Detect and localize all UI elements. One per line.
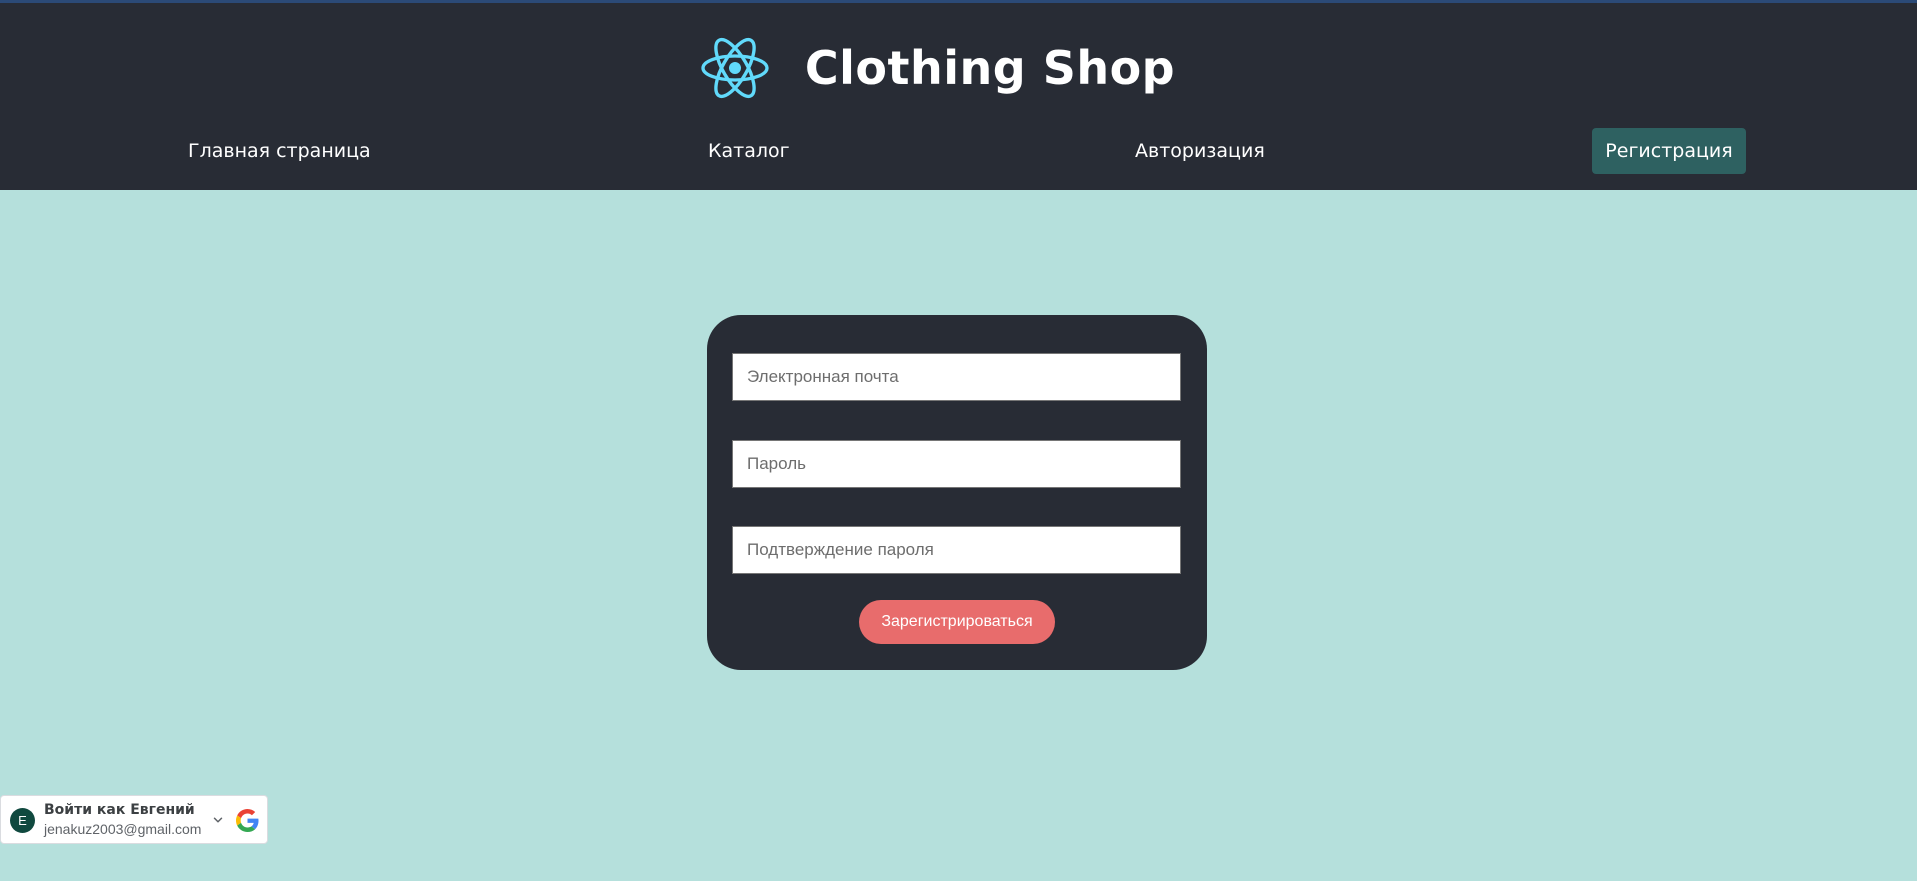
password-field[interactable] xyxy=(732,440,1181,488)
registration-form: Зарегистрироваться xyxy=(707,315,1207,670)
nav-link-register-active[interactable]: Регистрация xyxy=(1592,128,1746,174)
google-signin-prompt[interactable]: E Войти как Евгений jenakuz2003@gmail.co… xyxy=(0,795,268,844)
email-field[interactable] xyxy=(732,353,1181,401)
chevron-down-icon[interactable] xyxy=(211,813,225,827)
nav-link-home[interactable]: Главная страница xyxy=(188,128,371,174)
account-email: jenakuz2003@gmail.com xyxy=(44,821,202,837)
register-button[interactable]: Зарегистрироваться xyxy=(859,600,1055,644)
nav-link-catalog[interactable]: Каталог xyxy=(708,128,790,174)
avatar: E xyxy=(10,808,35,833)
react-atom-icon[interactable] xyxy=(695,28,775,108)
brand: Clothing Shop xyxy=(0,23,1917,113)
site-header: Clothing Shop Главная страница Каталог А… xyxy=(0,3,1917,190)
confirm-password-field[interactable] xyxy=(732,526,1181,574)
google-logo-icon xyxy=(236,809,259,832)
site-title: Clothing Shop xyxy=(804,41,1176,95)
signin-as-label: Войти как Евгений xyxy=(44,802,195,818)
nav-link-auth[interactable]: Авторизация xyxy=(1135,128,1265,174)
